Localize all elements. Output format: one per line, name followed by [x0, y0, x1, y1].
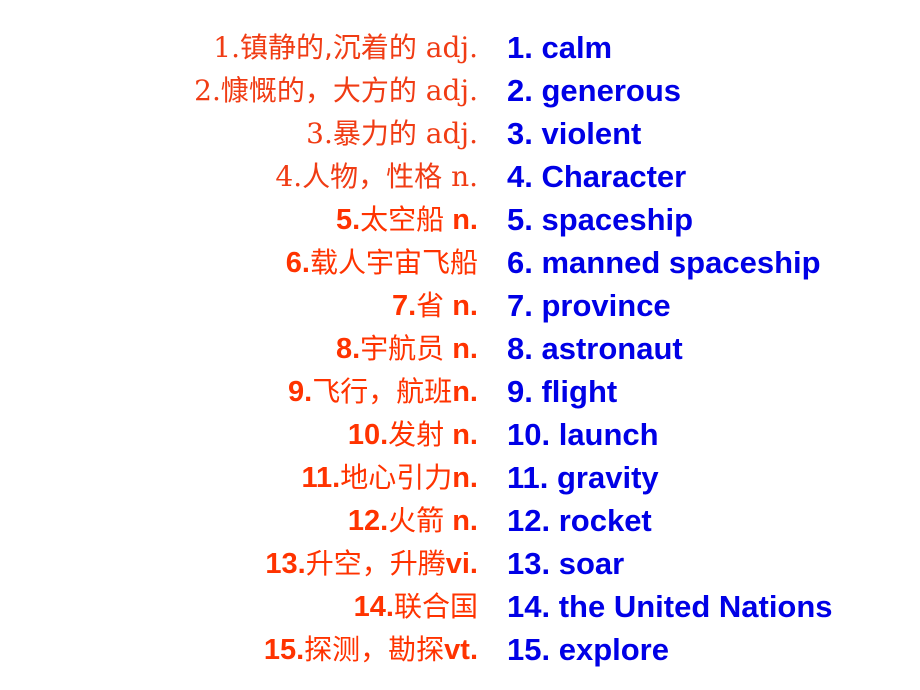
part-of-speech: n.	[451, 160, 478, 193]
part-of-speech: vi.	[445, 548, 478, 580]
chinese-text: 暴力的	[332, 117, 417, 150]
chinese-meaning: 15.探测，勘探vt.	[264, 628, 478, 672]
part-of-speech: adj.	[425, 74, 478, 107]
english-word: 7. province	[507, 288, 671, 323]
vocab-row: 6.载人宇宙飞船 6. manned spaceship	[0, 241, 920, 284]
english-word: 11. gravity	[507, 460, 659, 495]
english-word: 6. manned spaceship	[507, 245, 821, 280]
part-of-speech: n.	[452, 376, 478, 408]
chinese-text: 太空船	[360, 203, 445, 236]
item-number: 2.	[194, 74, 221, 107]
chinese-meaning: 2.慷慨的，大方的 adj.	[194, 69, 478, 112]
chinese-meaning: 9.飞行，航班n.	[288, 370, 478, 414]
vocab-row: 2.慷慨的，大方的 adj. 2. generous	[0, 69, 920, 112]
chinese-meaning: 5.太空船 n.	[336, 198, 478, 242]
english-word: 1. calm	[507, 30, 613, 65]
vocab-row: 7.省 n. 7. province	[0, 284, 920, 327]
chinese-text: 发射	[388, 418, 445, 451]
chinese-text: 宇航员	[360, 332, 445, 365]
chinese-text: 探测，勘探	[304, 633, 445, 666]
part-of-speech: n.	[452, 290, 478, 322]
chinese-meaning: 10.发射 n.	[348, 413, 478, 457]
item-number: 11.	[301, 462, 341, 494]
part-of-speech: n.	[452, 419, 478, 451]
item-number: 14.	[353, 591, 394, 623]
item-number: 13.	[265, 548, 306, 580]
english-word: 8. astronaut	[507, 331, 683, 366]
item-number: 4.	[275, 160, 303, 193]
chinese-text: 镇静的,沉着的	[239, 31, 417, 64]
chinese-meaning: 8.宇航员 n.	[336, 327, 478, 371]
item-number: 7.	[391, 290, 417, 322]
item-number: 5.	[335, 204, 361, 236]
vocab-row: 5.太空船 n. 5. spaceship	[0, 198, 920, 241]
vocab-row: 15.探测，勘探vt. 15. explore	[0, 628, 920, 671]
vocab-row: 8.宇航员 n. 8. astronaut	[0, 327, 920, 370]
english-word: 4. Character	[507, 159, 687, 194]
item-number: 10.	[347, 419, 389, 451]
english-word: 3. violent	[507, 116, 642, 151]
item-number: 6.	[285, 247, 310, 279]
chinese-meaning: 13.升空，升腾vi.	[265, 542, 478, 586]
chinese-text: 慷慨的，大方的	[220, 74, 417, 107]
item-number: 1.	[213, 31, 240, 64]
item-number: 15.	[263, 634, 305, 666]
chinese-meaning: 12.火箭 n.	[348, 499, 478, 543]
english-word: 2. generous	[507, 73, 681, 108]
vocab-row: 4.人物，性格 n. 4. Character	[0, 155, 920, 198]
part-of-speech: n.	[452, 505, 478, 537]
chinese-text: 联合国	[393, 590, 478, 623]
item-number: 3.	[306, 117, 333, 150]
chinese-meaning: 3.暴力的 adj.	[306, 112, 478, 155]
chinese-text: 省	[416, 289, 445, 322]
chinese-text: 人物，性格	[302, 160, 443, 193]
part-of-speech: n.	[452, 462, 478, 494]
chinese-meaning: 6.载人宇宙飞船	[286, 241, 478, 285]
vocab-row: 12.火箭 n. 12. rocket	[0, 499, 920, 542]
english-word: 12. rocket	[507, 503, 652, 538]
english-word: 15. explore	[507, 632, 669, 667]
chinese-meaning: 11.地心引力n.	[301, 456, 478, 500]
chinese-meaning: 14.联合国	[354, 585, 478, 629]
english-word: 10. launch	[507, 417, 659, 452]
item-number: 8.	[335, 333, 361, 365]
vocab-row: 11.地心引力n. 11. gravity	[0, 456, 920, 499]
english-word: 13. soar	[507, 546, 625, 581]
part-of-speech: adj.	[425, 117, 478, 150]
english-word: 5. spaceship	[507, 202, 694, 237]
chinese-meaning: 7.省 n.	[392, 284, 478, 328]
chinese-meaning: 4.人物，性格 n.	[275, 155, 478, 198]
vocab-row: 3.暴力的 adj. 3. violent	[0, 112, 920, 155]
chinese-text: 飞行，航班	[312, 375, 453, 408]
chinese-text: 地心引力	[340, 461, 453, 494]
vocab-row: 9.飞行，航班n. 9. flight	[0, 370, 920, 413]
chinese-text: 升空，升腾	[305, 547, 446, 580]
chinese-text: 载人宇宙飞船	[309, 246, 478, 279]
vocab-row: 10.发射 n. 10. launch	[0, 413, 920, 456]
vocab-row: 14.联合国 14. the United Nations	[0, 585, 920, 628]
vocabulary-slide: 1.镇静的,沉着的 adj. 1. calm 2.慷慨的，大方的 adj. 2.…	[0, 0, 920, 690]
chinese-meaning: 1.镇静的,沉着的 adj.	[213, 26, 478, 69]
english-word: 9. flight	[507, 374, 618, 409]
item-number: 9.	[288, 376, 313, 408]
part-of-speech: adj.	[425, 31, 478, 64]
part-of-speech: n.	[452, 333, 478, 365]
item-number: 12.	[347, 505, 389, 537]
chinese-text: 火箭	[388, 504, 445, 537]
vocab-row: 13.升空，升腾vi. 13. soar	[0, 542, 920, 585]
part-of-speech: n.	[452, 204, 478, 236]
english-word: 14. the United Nations	[507, 589, 833, 624]
vocab-row: 1.镇静的,沉着的 adj. 1. calm	[0, 26, 920, 69]
part-of-speech: vt.	[444, 634, 478, 666]
